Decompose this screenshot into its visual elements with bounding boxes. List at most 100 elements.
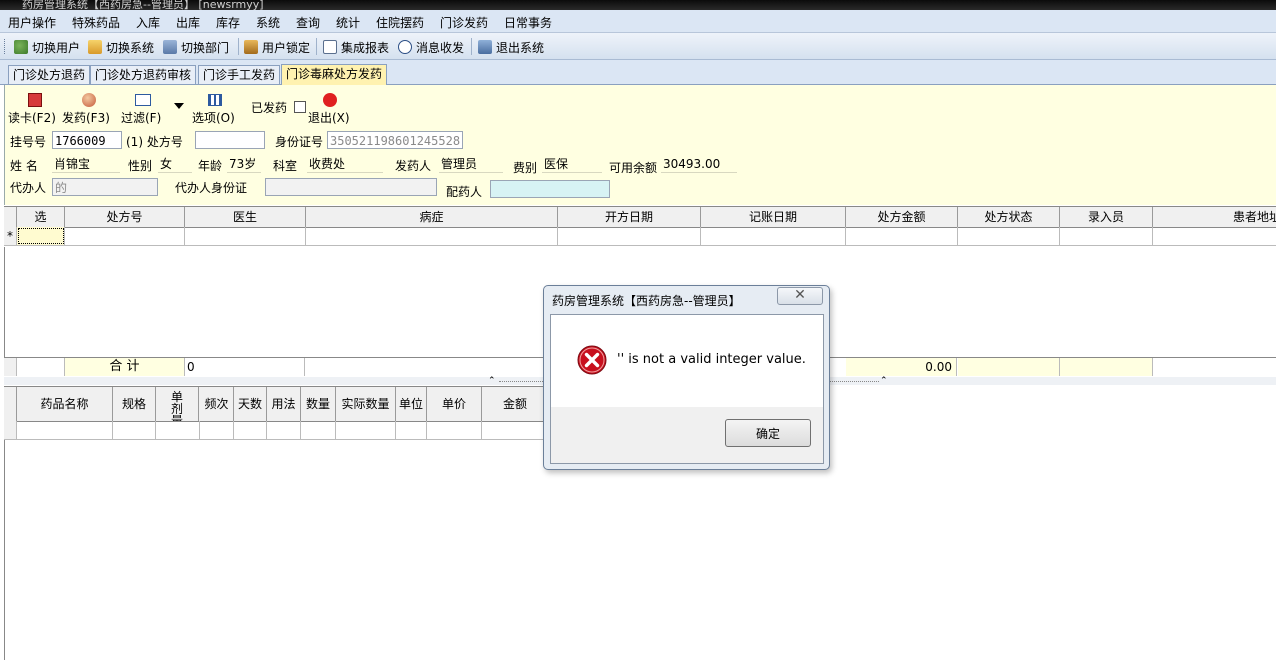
exit-button[interactable]: 退出(X)	[308, 93, 354, 125]
table-cell[interactable]	[234, 421, 267, 439]
table-cell[interactable]	[156, 421, 200, 439]
drug-new-row[interactable]	[4, 421, 549, 440]
balance-field[interactable]: 30493.00	[661, 155, 737, 173]
menu-stock-in[interactable]: 入库	[136, 14, 160, 31]
department-icon	[163, 40, 177, 54]
col-doctor[interactable]: 医生	[185, 207, 306, 227]
exit-system-button[interactable]: 退出系统	[478, 38, 544, 56]
menu-user-ops[interactable]: 用户操作	[8, 14, 56, 31]
table-cell[interactable]	[65, 227, 185, 245]
pharmacist-field[interactable]	[490, 180, 610, 198]
messages-button[interactable]: 消息收发	[398, 38, 464, 56]
toolbar-grip[interactable]	[4, 39, 7, 54]
col-diagnosis[interactable]: 病症	[306, 207, 558, 227]
col-patient-address[interactable]: 患者地址	[1153, 207, 1276, 227]
tab-outpatient-return[interactable]: 门诊处方退药	[8, 65, 91, 84]
menu-inpatient[interactable]: 住院摆药	[376, 14, 424, 31]
col-spec[interactable]: 规格	[113, 387, 156, 421]
user-lock-button[interactable]: 用户锁定	[244, 38, 310, 56]
reg-no-field[interactable]: 1766009	[52, 131, 122, 149]
dispense-button[interactable]: 发药(F3)	[62, 93, 114, 125]
col-frequency[interactable]: 频次	[200, 387, 234, 421]
menu-system[interactable]: 系统	[256, 14, 280, 31]
table-cell[interactable]	[701, 227, 846, 245]
read-card-button[interactable]: 读卡(F2)	[8, 93, 60, 125]
col-quantity[interactable]: 数量	[301, 387, 336, 421]
col-single-dose[interactable]: 单剂量	[156, 387, 199, 421]
switch-dept-button[interactable]: 切换部门	[163, 38, 229, 56]
menu-stock-out[interactable]: 出库	[176, 14, 200, 31]
col-drug-name[interactable]: 药品名称	[17, 387, 113, 421]
splitter-up-icon[interactable]: ⌃	[880, 377, 888, 386]
toolbar: 切换用户 切换系统 切换部门 用户锁定 集成报表 消息收发 退出系统	[0, 33, 1276, 60]
select-cell[interactable]	[17, 227, 65, 245]
error-message: '' is not a valid integer value.	[617, 352, 806, 367]
table-cell[interactable]	[846, 227, 958, 245]
col-select[interactable]: 选	[17, 207, 65, 227]
age-field[interactable]: 73岁	[227, 155, 261, 173]
col-entered-by[interactable]: 录入员	[1060, 207, 1153, 227]
switch-user-button[interactable]: 切换用户	[14, 38, 80, 56]
dept-field[interactable]: 收费处	[307, 155, 383, 173]
table-cell[interactable]	[1060, 227, 1153, 245]
menu-outpatient[interactable]: 门诊发药	[440, 14, 488, 31]
table-cell[interactable]	[267, 421, 301, 439]
tab-narcotic-dispense[interactable]: 门诊毒麻处方发药	[281, 64, 388, 85]
col-bill-date[interactable]: 记账日期	[701, 207, 846, 227]
menu-stats[interactable]: 统计	[336, 14, 360, 31]
col-rx-date[interactable]: 开方日期	[558, 207, 701, 227]
tab-outpatient-return-review[interactable]: 门诊处方退药审核	[90, 65, 197, 84]
reports-button[interactable]: 集成报表	[323, 38, 389, 56]
window-title: 药房管理系统【西药房急--管理员】 [newsrmyy]	[22, 0, 264, 10]
col-usage[interactable]: 用法	[267, 387, 301, 421]
filter-dropdown-icon[interactable]	[174, 103, 184, 109]
name-field[interactable]: 肖锦宝	[52, 155, 120, 173]
agent-id-field[interactable]	[265, 178, 437, 196]
dialog-close-button[interactable]: ✕	[777, 287, 823, 305]
dispensed-checkbox[interactable]	[294, 101, 306, 113]
fee-type-field[interactable]: 医保	[542, 155, 602, 173]
table-cell[interactable]	[958, 227, 1060, 245]
age-label: 年龄	[198, 159, 223, 173]
system-icon	[88, 40, 102, 54]
toolbar-separator	[316, 38, 317, 55]
toolbar-separator	[471, 38, 472, 55]
card-reader-icon	[28, 93, 42, 107]
total-count: 0	[185, 358, 305, 376]
col-actual-quantity[interactable]: 实际数量	[336, 387, 396, 421]
switch-system-button[interactable]: 切换系统	[88, 38, 154, 56]
rx-no-field[interactable]	[195, 131, 265, 149]
col-unit-price[interactable]: 单价	[427, 387, 482, 421]
menu-query[interactable]: 查询	[296, 14, 320, 31]
col-amount[interactable]: 金额	[482, 387, 549, 421]
agent-field[interactable]: 的	[52, 178, 158, 196]
table-cell[interactable]	[185, 227, 306, 245]
col-days[interactable]: 天数	[234, 387, 267, 421]
ok-button[interactable]: 确定	[725, 419, 811, 447]
table-cell[interactable]	[558, 227, 701, 245]
splitter-up-icon[interactable]: ⌃	[488, 377, 496, 386]
table-cell[interactable]	[427, 421, 482, 439]
table-cell[interactable]	[301, 421, 336, 439]
rx-new-row[interactable]: *	[4, 227, 1276, 246]
col-rx-amount[interactable]: 处方金额	[846, 207, 958, 227]
table-cell[interactable]	[200, 421, 234, 439]
table-cell[interactable]	[17, 421, 113, 439]
dispenser-field[interactable]: 管理员	[439, 155, 503, 173]
options-button[interactable]: 选项(O)	[192, 93, 242, 125]
col-unit[interactable]: 单位	[396, 387, 427, 421]
table-cell[interactable]	[306, 227, 558, 245]
col-rx-no[interactable]: 处方号	[65, 207, 185, 227]
id-no-field[interactable]: 350521198601245528	[327, 131, 463, 149]
filter-button[interactable]: 过滤(F)	[121, 93, 171, 125]
menu-special-drugs[interactable]: 特殊药品	[72, 14, 120, 31]
menu-daily[interactable]: 日常事务	[504, 14, 552, 31]
reg-no-label: 挂号号	[10, 135, 47, 149]
table-cell[interactable]	[336, 421, 396, 439]
tab-manual-dispense[interactable]: 门诊手工发药	[198, 65, 281, 84]
col-rx-status[interactable]: 处方状态	[958, 207, 1060, 227]
table-cell[interactable]	[396, 421, 427, 439]
sex-field[interactable]: 女	[158, 155, 192, 173]
table-cell[interactable]	[113, 421, 156, 439]
menu-inventory[interactable]: 库存	[216, 14, 240, 31]
